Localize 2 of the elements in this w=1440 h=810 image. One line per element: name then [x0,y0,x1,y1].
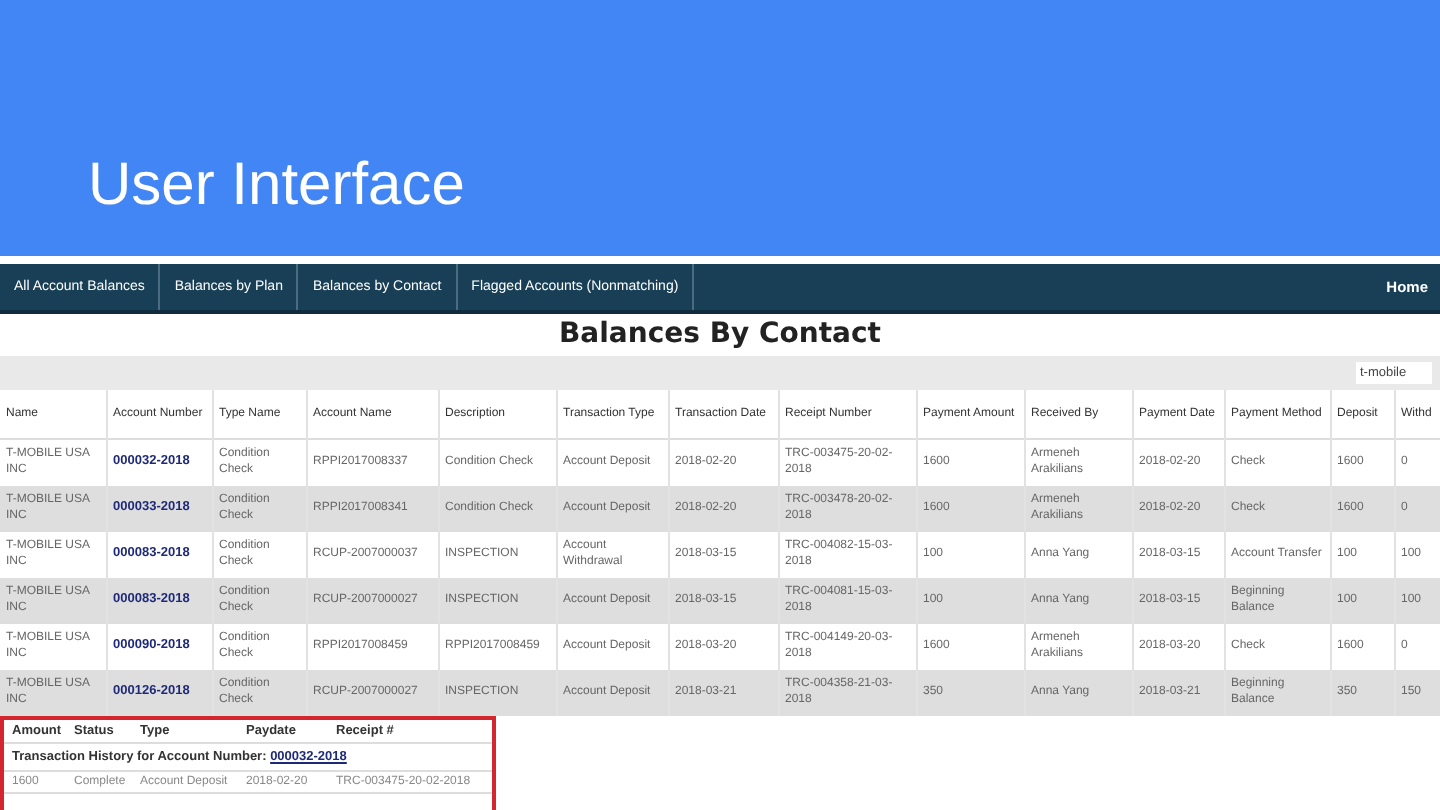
page-heading: Balances By Contact [557,316,883,354]
slide-title: User Interface [88,152,465,220]
